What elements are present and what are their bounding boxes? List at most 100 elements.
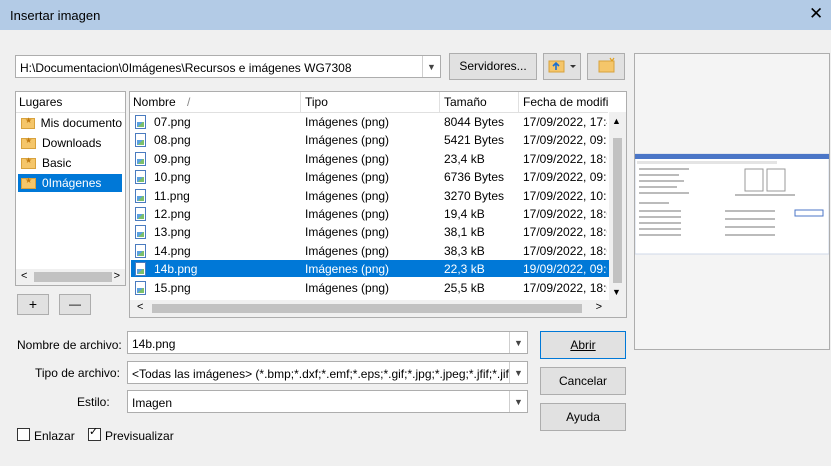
preview-option[interactable]: Previsualizar xyxy=(88,425,174,443)
image-preview xyxy=(634,53,830,350)
scroll-thumb[interactable] xyxy=(34,272,112,282)
scroll-down-icon[interactable]: ▼ xyxy=(612,287,621,297)
folder-up-icon xyxy=(548,60,576,73)
file-row[interactable]: 11.png Imágenes (png) 3270 Bytes 17/09/2022… xyxy=(131,187,609,204)
places-header: Lugares xyxy=(16,92,125,113)
column-size[interactable]: Tamaño xyxy=(444,95,487,109)
file-size: 38,1 kB xyxy=(444,225,485,240)
add-place-button[interactable]: + xyxy=(17,294,49,315)
cancel-button[interactable]: Cancelar xyxy=(540,367,626,395)
close-icon[interactable]: ✕ xyxy=(809,4,823,24)
link-label: Enlazar xyxy=(34,429,75,443)
chevron-down-icon[interactable]: ▼ xyxy=(509,362,527,383)
chevron-down-icon[interactable]: ▼ xyxy=(509,332,527,353)
file-date: 17/09/2022, 17:4 xyxy=(523,115,607,129)
place-item[interactable]: Mis documento xyxy=(18,114,122,132)
file-row[interactable]: 14.png Imágenes (png) 38,3 kB 17/09/2022, 1… xyxy=(131,242,609,259)
place-label: 0Imágenes xyxy=(42,176,102,190)
filename-label: Nombre de archivo: xyxy=(17,338,122,352)
places-hscrollbar[interactable]: < > xyxy=(16,269,125,285)
image-file-icon xyxy=(135,280,146,295)
title-bar xyxy=(0,0,831,30)
place-label: Downloads xyxy=(42,136,102,150)
file-date: 17/09/2022, 10:3 xyxy=(523,188,607,203)
image-file-icon xyxy=(135,225,146,240)
help-button[interactable]: Ayuda xyxy=(540,403,626,431)
file-type: Imágenes (png) xyxy=(305,188,390,203)
scroll-right-icon[interactable]: > xyxy=(114,270,120,282)
file-row[interactable]: 10.png Imágenes (png) 6736 Bytes 17/09/2022… xyxy=(131,168,609,185)
column-date[interactable]: Fecha de modificación xyxy=(523,95,608,109)
file-name: 08.png xyxy=(154,133,191,148)
file-size: 8044 Bytes xyxy=(444,115,505,129)
file-name: 14.png xyxy=(154,243,191,258)
folder-icon xyxy=(21,136,36,149)
path-combobox[interactable]: H:\Documentacion\0Imágenes\Recursos e im… xyxy=(15,55,441,78)
file-row[interactable]: 15.png Imágenes (png) 25,5 kB 17/09/2022, 1… xyxy=(131,279,609,296)
file-date: 17/09/2022, 18:0 xyxy=(523,280,607,295)
files-vscrollbar[interactable]: ▲ ▼ xyxy=(609,112,626,301)
filetype-label: Tipo de archivo: xyxy=(35,366,120,380)
file-date: 17/09/2022, 09:1 xyxy=(523,133,607,148)
place-label: Mis documento xyxy=(40,116,122,130)
link-option[interactable]: Enlazar xyxy=(17,428,75,443)
filetype-combobox[interactable]: <Todas las imágenes> (*.bmp;*.dxf;*.emf;… xyxy=(127,361,528,384)
scroll-left-icon[interactable]: < xyxy=(21,270,27,282)
file-type: Imágenes (png) xyxy=(305,115,390,129)
file-row[interactable]: 13.png Imágenes (png) 38,1 kB 17/09/2022, 1… xyxy=(131,223,609,240)
file-row[interactable]: 09.png Imágenes (png) 23,4 kB 17/09/2022, 1… xyxy=(131,150,609,167)
image-file-icon xyxy=(135,188,146,203)
file-size: 25,5 kB xyxy=(444,280,485,295)
file-row[interactable]: 14b.png Imágenes (png) 22,3 kB 19/09/2022, … xyxy=(131,260,609,278)
scroll-right-icon[interactable]: > xyxy=(596,301,602,313)
open-button[interactable]: Abrir xyxy=(540,331,626,359)
file-date: 17/09/2022, 18:0 xyxy=(523,207,607,221)
filetype-value: <Todas las imágenes> (*.bmp;*.dxf;*.emf;… xyxy=(132,367,512,381)
place-item[interactable]: Basic xyxy=(18,154,122,172)
column-name[interactable]: Nombre xyxy=(133,95,176,109)
column-type[interactable]: Tipo xyxy=(305,95,328,109)
place-item[interactable]: Downloads xyxy=(18,134,122,152)
servers-button[interactable]: Servidores... xyxy=(449,53,537,80)
remove-place-button[interactable]: — xyxy=(59,294,91,315)
scroll-up-icon[interactable]: ▲ xyxy=(612,116,621,126)
files-hscrollbar[interactable]: < > xyxy=(130,300,626,317)
scroll-left-icon[interactable]: < xyxy=(137,301,143,313)
preview-thumbnail xyxy=(634,153,830,255)
filename-combobox[interactable]: 14b.png ▼ xyxy=(127,331,528,354)
place-label: Basic xyxy=(42,156,72,170)
file-name: 12.png xyxy=(154,207,191,221)
style-combobox[interactable]: Imagen ▼ xyxy=(127,390,528,413)
file-row[interactable]: 08.png Imágenes (png) 5421 Bytes 17/09/2022… xyxy=(131,131,609,148)
file-type: Imágenes (png) xyxy=(305,151,390,166)
file-type: Imágenes (png) xyxy=(305,225,390,240)
file-name: 07.png xyxy=(154,115,191,129)
scroll-thumb[interactable] xyxy=(613,138,622,283)
places-panel: Lugares Mis documento Downloads Basic 0Imág… xyxy=(15,91,126,286)
folder-up-button[interactable] xyxy=(543,53,581,80)
file-row[interactable]: 12.png Imágenes (png) 19,4 kB 17/09/2022, 1… xyxy=(131,205,609,222)
new-folder-button[interactable] xyxy=(587,53,625,80)
image-file-icon xyxy=(135,170,146,185)
window-title: Insertar imagen xyxy=(10,8,101,23)
help-label: Ayuda xyxy=(566,410,600,424)
file-type: Imágenes (png) xyxy=(305,262,390,277)
file-size: 6736 Bytes xyxy=(444,170,505,185)
image-file-icon xyxy=(135,133,146,148)
link-checkbox[interactable] xyxy=(17,428,30,441)
place-item[interactable]: 0Imágenes xyxy=(18,174,122,192)
chevron-down-icon[interactable]: ▼ xyxy=(509,391,527,412)
folder-icon xyxy=(21,116,35,129)
image-file-icon xyxy=(135,151,146,166)
file-type: Imágenes (png) xyxy=(305,280,390,295)
image-file-icon xyxy=(135,207,146,221)
image-file-icon xyxy=(135,262,146,277)
file-row[interactable]: 07.png Imágenes (png) 8044 Bytes 17/09/2022… xyxy=(131,113,609,130)
file-size: 22,3 kB xyxy=(444,262,485,277)
file-type: Imágenes (png) xyxy=(305,133,390,148)
scroll-thumb[interactable] xyxy=(152,304,582,313)
preview-checkbox[interactable] xyxy=(88,425,101,441)
file-type: Imágenes (png) xyxy=(305,170,390,185)
filename-value: 14b.png xyxy=(132,337,176,351)
chevron-down-icon[interactable]: ▼ xyxy=(422,56,440,77)
